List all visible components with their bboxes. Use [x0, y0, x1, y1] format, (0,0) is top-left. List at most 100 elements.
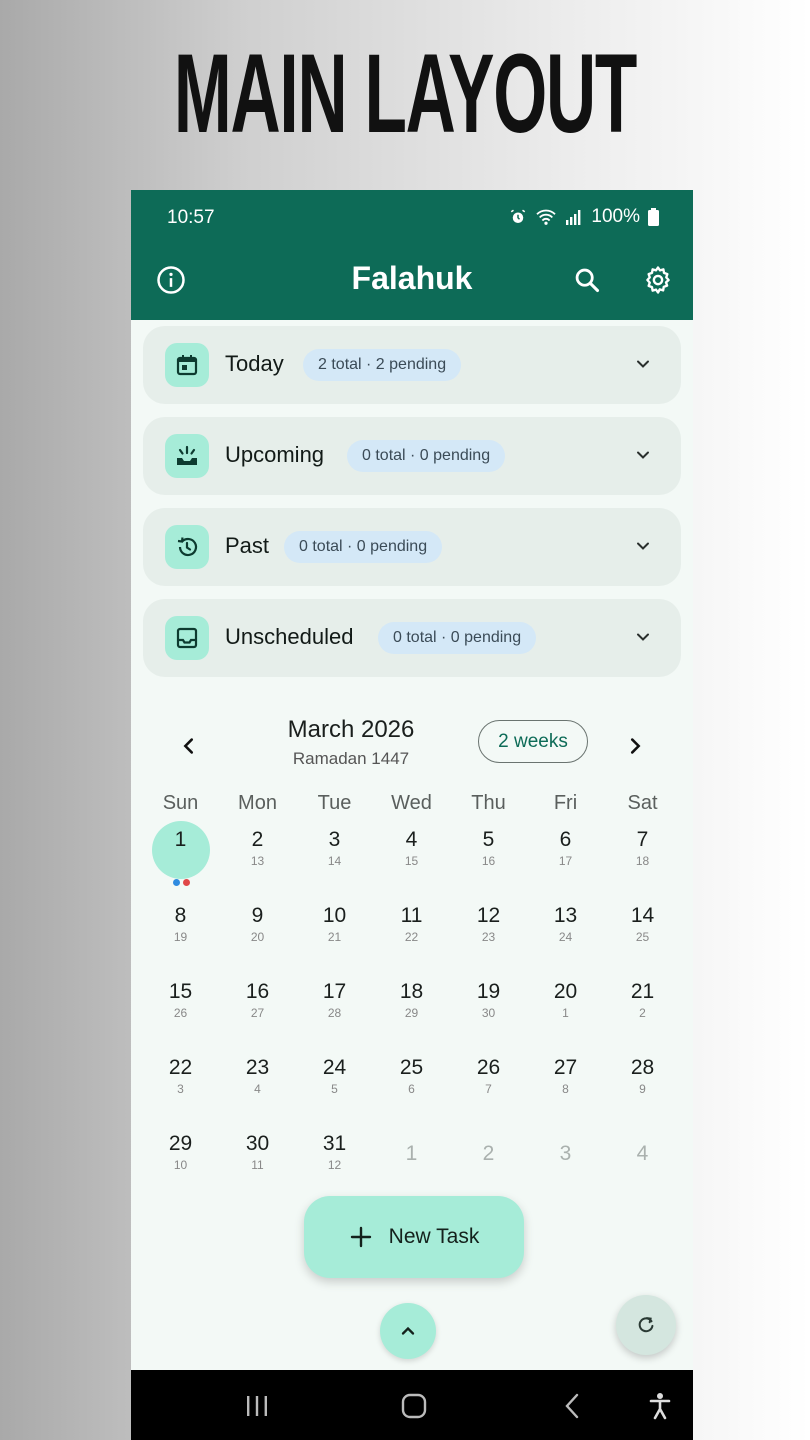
battery-percent: 100% [591, 206, 640, 227]
previous-month-button[interactable] [171, 728, 207, 764]
chevron-down-icon [637, 633, 649, 641]
hijri-date: 28 [327, 1006, 342, 1020]
next-month-button[interactable] [617, 728, 653, 764]
section-label: Unscheduled [225, 624, 354, 649]
scroll-up-button[interactable] [380, 1303, 436, 1359]
gregorian-date: 5 [482, 828, 495, 851]
gregorian-date: 18 [399, 980, 424, 1003]
hijri-date: 24 [558, 930, 573, 944]
search-button[interactable] [569, 262, 605, 298]
gregorian-date: 19 [476, 980, 501, 1003]
calendar-day[interactable]: 23 4 [219, 1054, 296, 1096]
gear-icon [646, 266, 670, 294]
section-badge: 2 total · 2 pending [303, 349, 462, 381]
gregorian-date: 8 [174, 904, 187, 927]
hijri-date: 10 [173, 1158, 188, 1172]
calendar-day-outside[interactable]: 4 [604, 1130, 681, 1168]
gregorian-date: 22 [168, 1056, 193, 1079]
calendar-day[interactable]: 21 2 [604, 978, 681, 1020]
section-badge: 0 total · 0 pending [347, 440, 506, 472]
gregorian-date: 3 [559, 1142, 572, 1165]
hijri-date: 13 [250, 854, 265, 868]
back-icon [565, 1393, 579, 1419]
system-nav-bar [131, 1370, 693, 1440]
calendar-day[interactable]: 8 19 [142, 902, 219, 944]
hijri-date: 6 [408, 1082, 415, 1096]
calendar-day[interactable]: 16 27 [219, 978, 296, 1020]
hijri-date: 16 [481, 854, 496, 868]
calendar-day-outside[interactable]: 3 [527, 1130, 604, 1168]
calendar-day[interactable]: 31 12 [296, 1130, 373, 1172]
gregorian-date: 2 [482, 1142, 495, 1165]
calendar-day[interactable]: 25 6 [373, 1054, 450, 1096]
gregorian-date: 2 [251, 828, 264, 851]
calendar-day[interactable]: 11 22 [373, 902, 450, 944]
calendar-day-outside[interactable]: 1 [373, 1130, 450, 1168]
calendar-day[interactable]: 9 20 [219, 902, 296, 944]
calendar-day[interactable]: 28 9 [604, 1054, 681, 1096]
gregorian-date: 17 [322, 980, 347, 1003]
gregorian-date: 23 [245, 1056, 270, 1079]
hijri-date: 23 [481, 930, 496, 944]
back-button[interactable] [552, 1390, 592, 1422]
range-toggle-button[interactable]: 2 weeks [478, 720, 588, 763]
hijri-date: 19 [173, 930, 188, 944]
gregorian-date: 6 [559, 828, 572, 851]
calendar-day[interactable]: 7 18 [604, 826, 681, 868]
calendar-day[interactable]: 27 8 [527, 1054, 604, 1096]
hijri-date: 26 [173, 1006, 188, 1020]
calendar-day[interactable]: 17 28 [296, 978, 373, 1020]
calendar-day[interactable]: 30 11 [219, 1130, 296, 1172]
section-past[interactable]: Past 0 total · 0 pending [143, 508, 681, 586]
calendar-today-icon [165, 343, 209, 387]
calendar-day[interactable]: 24 5 [296, 1054, 373, 1096]
calendar-day[interactable]: 22 3 [142, 1054, 219, 1096]
calendar-day[interactable]: 20 1 [527, 978, 604, 1020]
gregorian-date: 4 [405, 828, 418, 851]
hijri-date: 27 [250, 1006, 265, 1020]
upcoming-icon [165, 434, 209, 478]
calendar-day[interactable]: 10 21 [296, 902, 373, 944]
gregorian-date: 28 [630, 1056, 655, 1079]
calendar-day-outside[interactable]: 2 [450, 1130, 527, 1168]
calendar-day[interactable]: 6 17 [527, 826, 604, 868]
calendar-day[interactable]: 15 26 [142, 978, 219, 1020]
section-today[interactable]: Today 2 total · 2 pending [143, 326, 681, 404]
section-unscheduled[interactable]: Unscheduled 0 total · 0 pending [143, 599, 681, 677]
gregorian-date: 15 [168, 980, 193, 1003]
calendar-day[interactable]: 5 16 [450, 826, 527, 868]
calendar-day[interactable]: 18 29 [373, 978, 450, 1020]
home-button[interactable] [394, 1390, 434, 1422]
sync-button[interactable] [616, 1295, 676, 1355]
home-icon [401, 1393, 427, 1419]
gregorian-date: 11 [400, 904, 423, 927]
accessibility-button[interactable] [640, 1390, 680, 1422]
settings-button[interactable] [640, 262, 676, 298]
chevron-down-icon [637, 451, 649, 459]
calendar-day[interactable]: 26 7 [450, 1054, 527, 1096]
calendar-day[interactable]: 112 [142, 826, 219, 868]
hijri-date: 5 [331, 1082, 338, 1096]
calendar-day[interactable]: 14 25 [604, 902, 681, 944]
new-task-label: New Task [388, 1225, 480, 1248]
section-label: Upcoming [225, 442, 325, 467]
calendar-day[interactable]: 29 10 [142, 1130, 219, 1172]
recents-button[interactable] [237, 1390, 277, 1422]
hijri-date: 8 [562, 1082, 569, 1096]
hijri-date: 21 [327, 930, 342, 944]
gregorian-date: 31 [322, 1132, 347, 1155]
calendar-day[interactable]: 3 14 [296, 826, 373, 868]
calendar-day[interactable]: 13 24 [527, 902, 604, 944]
calendar-day[interactable]: 2 13 [219, 826, 296, 868]
section-upcoming[interactable]: Upcoming 0 total · 0 pending [143, 417, 681, 495]
calendar-day[interactable]: 19 30 [450, 978, 527, 1020]
calendar-day[interactable]: 4 15 [373, 826, 450, 868]
alarm-icon [511, 209, 526, 223]
gregorian-date: 4 [636, 1142, 649, 1165]
gregorian-date: 25 [399, 1056, 424, 1079]
new-task-button[interactable]: New Task [304, 1196, 524, 1278]
hijri-date: 25 [635, 930, 650, 944]
calendar-day[interactable]: 12 23 [450, 902, 527, 944]
hijri-date: 14 [327, 854, 342, 868]
calendar-hijri-subtitle: Ramadan 1447 [292, 749, 410, 768]
